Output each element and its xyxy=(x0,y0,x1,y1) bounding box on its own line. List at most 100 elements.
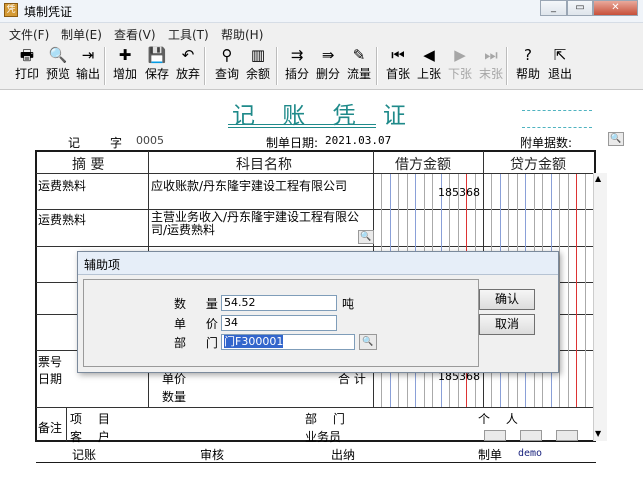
window-title: 填制凭证 xyxy=(24,5,73,19)
voucher-no-label: 字 xyxy=(110,136,123,150)
menu-voucher[interactable]: 制单(E) xyxy=(61,26,102,43)
exit-icon: ⇱ xyxy=(553,46,567,64)
department-input[interactable]: 门F300001 xyxy=(221,334,355,350)
auxiliary-dialog: 辅助项 数 量 54.52 吨 单 价 34 部 门 门F300001 🔍 确认… xyxy=(77,251,559,373)
search-icon[interactable]: 🔍 xyxy=(359,334,377,350)
department-value: 门F300001 xyxy=(224,335,284,348)
dept-label: 部 门 xyxy=(174,336,226,350)
save-icon: 💾 xyxy=(147,46,167,64)
auditor-label: 审核 xyxy=(200,448,225,462)
menu-help[interactable]: 帮助(H) xyxy=(221,26,263,43)
toolbar: 🖶 打印 🔍 预览 ⇥ 输出 ✚ 增加 💾 保存 ↶ 放弃 ⚲ 查询 ▥ 余额 ⇉ 插分 ⇛ 删分 ✎ 流量 ⏮ 首张 ◀ 上张 ▶… xyxy=(0,43,643,90)
salesperson-label: 业务员 xyxy=(305,430,342,444)
toolbar-label: 余额 xyxy=(245,67,270,81)
toolbar-button-prev[interactable]: ◀ 上张 xyxy=(414,45,444,87)
last-icon: ⏭ xyxy=(484,46,498,64)
card-icon[interactable] xyxy=(520,430,542,441)
scrollbar[interactable]: ▲ ▼ xyxy=(593,173,607,441)
toolbar-label: 输出 xyxy=(75,67,100,81)
scroll-down-icon[interactable]: ▼ xyxy=(595,429,601,438)
menu-view[interactable]: 查看(V) xyxy=(114,26,156,43)
divider xyxy=(36,246,594,247)
remark-label: 备注 xyxy=(38,421,63,435)
cancel-button[interactable]: 取消 xyxy=(479,314,535,335)
scroll-up-icon[interactable]: ▲ xyxy=(595,174,601,183)
card-icon[interactable] xyxy=(556,430,578,441)
toolbar-label: 删分 xyxy=(315,67,340,81)
toolbar-button-printer[interactable]: 🖶 打印 xyxy=(12,45,42,87)
bill-no-label: 票号 xyxy=(38,355,63,369)
toolbar-label: 查询 xyxy=(214,67,239,81)
toolbar-button-last[interactable]: ⏭ 末张 xyxy=(476,45,506,87)
cashier-label: 出纳 xyxy=(331,448,356,462)
prev-icon: ◀ xyxy=(423,46,435,64)
price-label: 单 价 xyxy=(174,317,226,331)
maximize-button[interactable]: ▭ xyxy=(567,0,593,16)
row-summary[interactable]: 运费熟料 xyxy=(38,211,86,228)
voucher-date[interactable]: 2021.03.07 xyxy=(325,134,391,147)
insert-row-icon: ⇉ xyxy=(290,46,304,64)
toolbar-label: 插分 xyxy=(284,67,309,81)
toolbar-button-insert-row[interactable]: ⇉ 插分 xyxy=(282,45,312,87)
toolbar-label: 打印 xyxy=(14,67,39,81)
price-input[interactable]: 34 xyxy=(221,315,337,331)
toolbar-button-preview[interactable]: 🔍 预览 xyxy=(43,45,73,87)
row-account[interactable]: 主营业务收入/丹东隆宇建设工程有限公司/运费熟料 xyxy=(151,211,373,237)
toolbar-label: 增加 xyxy=(112,67,137,81)
next-icon: ▶ xyxy=(454,46,466,64)
dialog-title: 辅助项 xyxy=(84,258,121,272)
quantity-input[interactable]: 54.52 xyxy=(221,295,337,311)
app-icon: 凭 xyxy=(4,3,18,17)
voucher-type[interactable]: 记 xyxy=(68,134,80,151)
toolbar-button-delete-row[interactable]: ⇛ 删分 xyxy=(313,45,343,87)
search-icon[interactable]: 🔍 xyxy=(358,230,374,244)
delete-row-icon: ⇛ xyxy=(321,46,335,64)
binoculars-icon: ⚲ xyxy=(221,46,233,64)
digit-gridline xyxy=(576,174,577,407)
toolbar-label: 首张 xyxy=(385,67,410,81)
printer-icon: 🖶 xyxy=(19,46,35,64)
toolbar-button-help[interactable]: ? 帮助 xyxy=(513,45,543,87)
toolbar-button-binoculars[interactable]: ⚲ 查询 xyxy=(212,45,242,87)
department-label: 部 门 xyxy=(305,412,351,426)
minimize-button[interactable]: _ xyxy=(540,0,567,16)
close-button[interactable]: ✕ xyxy=(593,0,638,16)
search-icon[interactable]: 🔍 xyxy=(608,132,624,146)
title-underline xyxy=(228,127,376,128)
card-icon[interactable] xyxy=(484,430,506,441)
row-summary[interactable]: 运费熟料 xyxy=(38,177,86,194)
toolbar-label: 预览 xyxy=(45,67,70,81)
toolbar-label: 退出 xyxy=(547,67,572,81)
menu-tools[interactable]: 工具(T) xyxy=(168,26,209,43)
qty-label: 数 量 xyxy=(174,297,226,311)
toolbar-label: 放弃 xyxy=(175,67,200,81)
toolbar-separator xyxy=(104,47,106,85)
help-icon: ? xyxy=(524,46,532,64)
toolbar-separator xyxy=(276,47,278,85)
toolbar-button-export[interactable]: ⇥ 输出 xyxy=(73,45,103,87)
toolbar-button-undo[interactable]: ↶ 放弃 xyxy=(173,45,203,87)
row-debit[interactable]: 185368 xyxy=(438,186,480,199)
toolbar-button-flow[interactable]: ✎ 流量 xyxy=(344,45,374,87)
bar-chart-icon: ▥ xyxy=(250,46,266,64)
toolbar-button-first[interactable]: ⏮ 首张 xyxy=(383,45,413,87)
toolbar-button-next[interactable]: ▶ 下张 xyxy=(445,45,475,87)
header-debit: 借方金额 xyxy=(395,157,451,173)
toolbar-label: 流量 xyxy=(346,67,371,81)
toolbar-label: 末张 xyxy=(478,67,503,81)
qty-unit: 吨 xyxy=(342,297,355,311)
digit-gridline xyxy=(559,174,560,407)
toolbar-label: 帮助 xyxy=(515,67,540,81)
toolbar-button-add[interactable]: ✚ 增加 xyxy=(110,45,140,87)
ok-button[interactable]: 确认 xyxy=(479,289,535,310)
toolbar-separator xyxy=(204,47,206,85)
flow-icon: ✎ xyxy=(352,46,366,64)
row-account[interactable]: 应收账款/丹东隆宇建设工程有限公司 xyxy=(151,177,347,194)
toolbar-button-bar-chart[interactable]: ▥ 余额 xyxy=(243,45,273,87)
toolbar-button-save[interactable]: 💾 保存 xyxy=(142,45,172,87)
toolbar-button-exit[interactable]: ⇱ 退出 xyxy=(545,45,575,87)
voucher-number: 0005 xyxy=(136,134,164,147)
date-row-label: 日期 xyxy=(38,372,63,386)
menu-file[interactable]: 文件(F) xyxy=(9,26,49,43)
customer-label: 客 户 xyxy=(70,430,116,444)
